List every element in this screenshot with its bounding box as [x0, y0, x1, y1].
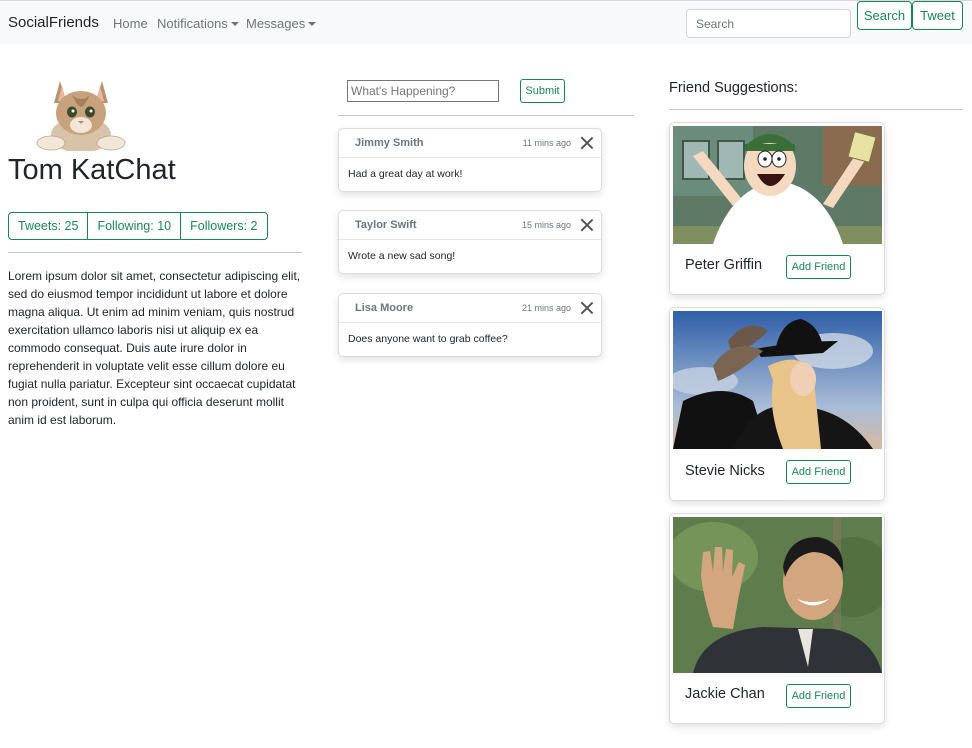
- caret-down-icon: [308, 21, 317, 26]
- post-text: Had a great day at work!: [348, 168, 463, 180]
- friend-name: Jackie Chan: [685, 686, 765, 702]
- man-waving-photo: [673, 517, 882, 673]
- nav-messages-dropdown[interactable]: Messages: [246, 16, 317, 31]
- cartoon-character-photo: [673, 126, 882, 244]
- post-header: Lisa Moore 21 mins ago: [339, 294, 601, 323]
- feed-post: Taylor Swift 15 mins ago Wrote a new sad…: [338, 210, 602, 274]
- close-icon[interactable]: [580, 136, 594, 150]
- friend-card: Stevie Nicks Add Friend: [669, 307, 885, 501]
- post-author: Lisa Moore: [355, 302, 414, 314]
- tweet-button[interactable]: Tweet: [912, 1, 963, 30]
- post-header: Jimmy Smith 11 mins ago: [339, 129, 601, 158]
- profile-name: Tom KatChat: [8, 154, 176, 186]
- post-time: 21 mins ago: [521, 303, 571, 313]
- post-header: Taylor Swift 15 mins ago: [339, 211, 601, 240]
- add-friend-button[interactable]: Add Friend: [786, 255, 851, 279]
- profile-stats-group: Tweets: 25 Following: 10 Followers: 2: [8, 212, 268, 240]
- nav-notifications-label: Notifications: [157, 16, 228, 31]
- followers-count-button[interactable]: Followers: 2: [180, 213, 266, 239]
- feed-post: Jimmy Smith 11 mins ago Had a great day …: [338, 128, 602, 192]
- post-time: 15 mins ago: [521, 220, 571, 230]
- post-author: Taylor Swift: [355, 219, 417, 231]
- post-author: Jimmy Smith: [355, 137, 424, 149]
- post-time: 11 mins ago: [522, 138, 571, 148]
- profile-bio: Lorem ipsum dolor sit amet, consectetur …: [8, 269, 301, 427]
- brand-link[interactable]: SocialFriends: [8, 14, 99, 31]
- friend-name: Stevie Nicks: [685, 463, 765, 479]
- suggestions-title: Friend Suggestions:: [669, 80, 798, 96]
- nav-home-link[interactable]: Home: [113, 16, 148, 31]
- top-navbar: SocialFriends Home Notifications Message…: [0, 0, 972, 44]
- caret-down-icon: [230, 21, 239, 26]
- close-icon[interactable]: [580, 301, 594, 315]
- post-text: Wrote a new sad song!: [348, 250, 456, 262]
- compose-input[interactable]: [347, 80, 499, 102]
- feed-post: Lisa Moore 21 mins ago Does anyone want …: [338, 293, 602, 357]
- search-button[interactable]: Search: [857, 1, 912, 30]
- add-friend-button[interactable]: Add Friend: [786, 684, 851, 708]
- friend-card: Peter Griffin Add Friend: [669, 122, 885, 295]
- woman-in-hat-photo: [673, 311, 882, 449]
- feed-divider: [338, 115, 634, 116]
- profile-divider: [8, 252, 302, 253]
- nav-notifications-dropdown[interactable]: Notifications: [157, 16, 239, 31]
- submit-button[interactable]: Submit: [520, 79, 565, 103]
- friend-card: Jackie Chan Add Friend: [669, 513, 885, 724]
- friend-name: Peter Griffin: [685, 257, 763, 273]
- nav-messages-label: Messages: [246, 16, 306, 31]
- close-icon[interactable]: [580, 218, 594, 232]
- add-friend-button[interactable]: Add Friend: [786, 460, 851, 484]
- cat-avatar-icon: [36, 81, 126, 151]
- tweets-count-button[interactable]: Tweets: 25: [9, 213, 87, 239]
- post-text: Does anyone want to grab coffee?: [348, 333, 508, 345]
- search-input[interactable]: [686, 9, 851, 38]
- following-count-button[interactable]: Following: 10: [87, 213, 180, 239]
- suggestions-divider: [669, 109, 963, 110]
